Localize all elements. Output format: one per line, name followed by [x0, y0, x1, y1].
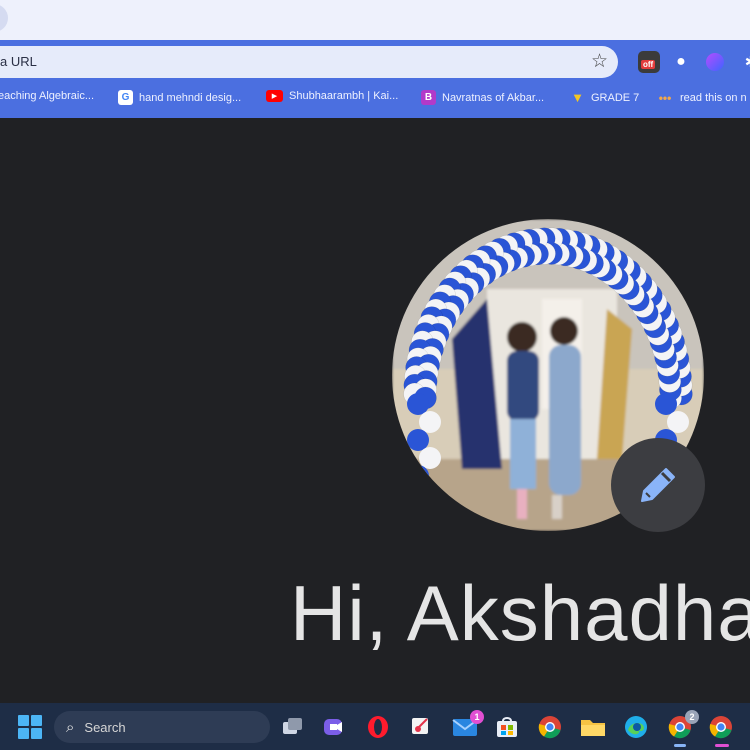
active-indicator — [674, 744, 686, 747]
chrome-active-window-icon[interactable] — [708, 714, 734, 747]
bookmark-b-icon: B — [421, 90, 436, 105]
address-bar-text: a URL — [0, 54, 37, 69]
extension-ghost-icon[interactable]: ● — [670, 51, 692, 73]
bookmark-label: Navratnas of Akbar... — [442, 91, 545, 104]
opera-icon[interactable] — [365, 714, 391, 740]
chrome-icon[interactable] — [537, 714, 563, 740]
bookmark-item[interactable]: eaching Algebraic... — [0, 90, 94, 102]
browser-toolbar: a URL ☆ off ● ✱ eaching Algebraic... G h… — [0, 40, 750, 118]
extensions-puzzle-icon[interactable]: ✱ — [740, 51, 750, 73]
v-logo-icon: ▼ — [571, 90, 584, 105]
bookmark-item[interactable]: ▼ GRADE 7 — [570, 90, 639, 105]
bookmark-item[interactable]: ••• read this on n — [656, 90, 747, 105]
greeting-heading: Hi, Akshadha — [290, 569, 750, 657]
edit-photo-button[interactable] — [611, 438, 705, 532]
edge-icon[interactable] — [623, 714, 649, 740]
microsoft-store-icon[interactable] — [494, 714, 520, 740]
bookmark-item[interactable]: G hand mehndi desig... — [118, 90, 241, 105]
bookmark-label: hand mehndi desig... — [139, 91, 242, 104]
bookmarks-bar: eaching Algebraic... G hand mehndi desig… — [0, 87, 750, 111]
file-explorer-icon[interactable] — [580, 714, 606, 740]
extension-off-icon[interactable]: off — [638, 51, 660, 73]
snipping-tool-icon[interactable] — [408, 714, 434, 740]
tab-strip — [0, 0, 750, 40]
bookmark-item[interactable]: B Navratnas of Akbar... — [421, 90, 544, 105]
extension-off-label: off — [641, 60, 656, 69]
bookmark-label: eaching Algebraic... — [0, 90, 95, 102]
pencil-icon — [641, 468, 675, 502]
chrome-profile-badge: 2 — [685, 710, 699, 724]
google-icon: G — [118, 90, 133, 105]
dots-icon: ••• — [658, 90, 672, 105]
teams-meet-icon[interactable] — [322, 714, 348, 740]
taskbar-search-label: Search — [84, 719, 126, 735]
mail-icon[interactable]: 1 — [452, 710, 484, 740]
chrome-profile-icon[interactable]: 2 — [667, 710, 699, 747]
tab-search-button[interactable] — [0, 4, 8, 32]
profile-photo-area — [392, 219, 705, 532]
mail-badge: 1 — [470, 710, 484, 724]
bookmark-label: GRADE 7 — [591, 91, 640, 104]
task-view-icon[interactable] — [280, 714, 306, 740]
youtube-icon: ▶ — [266, 90, 283, 102]
bookmark-star-icon[interactable]: ☆ — [591, 50, 608, 73]
taskbar-search-box[interactable]: ⌕ Search — [54, 711, 270, 743]
bookmark-label: Shubhaarambh | Kai... — [289, 90, 399, 102]
search-icon: ⌕ — [66, 718, 75, 736]
taskbar: ⌕ Search 1 2 — [0, 703, 750, 750]
bookmark-label: read this on n — [680, 91, 747, 104]
address-bar[interactable]: a URL ☆ — [0, 46, 618, 78]
bookmark-item[interactable]: ▶ Shubhaarambh | Kai... — [266, 90, 398, 102]
extension-bubble-icon[interactable] — [706, 53, 724, 71]
windows-start-icon[interactable] — [18, 715, 42, 739]
active-indicator — [715, 744, 729, 747]
